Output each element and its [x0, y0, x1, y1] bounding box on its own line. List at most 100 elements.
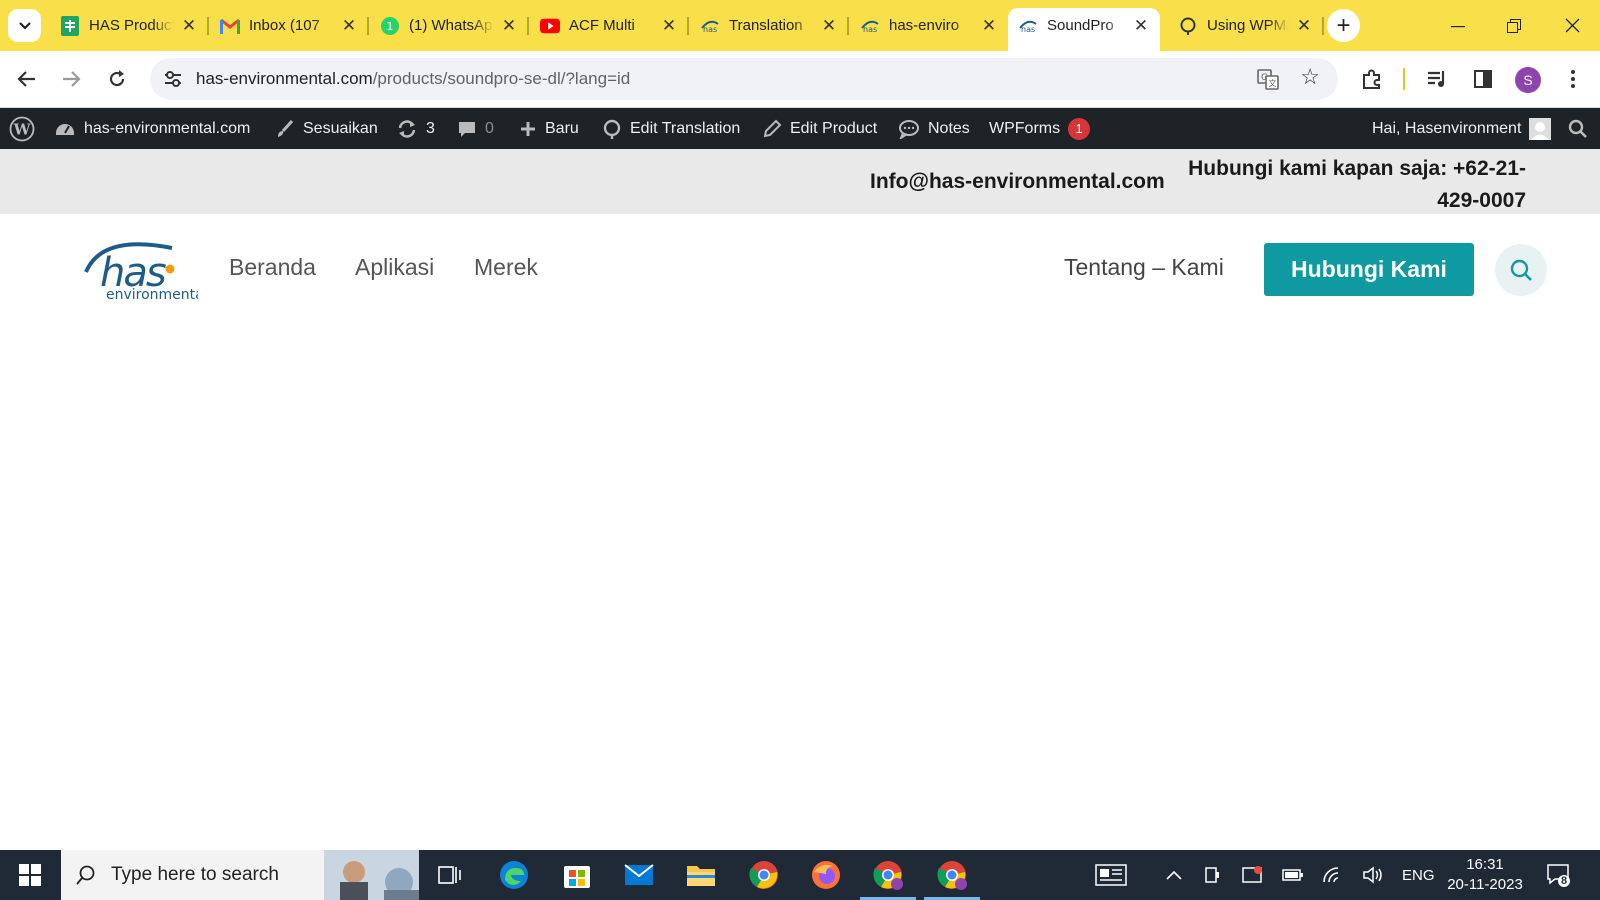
wp-comments[interactable]: 0 — [457, 108, 494, 149]
tray-battery[interactable] — [1282, 850, 1304, 900]
tab-title: (1) WhatsApp — [409, 17, 494, 34]
task-view-icon — [438, 866, 461, 884]
site-search-button[interactable] — [1495, 244, 1547, 296]
close-icon[interactable]: ✕ — [980, 16, 998, 36]
browser-menu-button[interactable] — [1556, 62, 1590, 96]
search-highlight-illustration — [324, 850, 419, 900]
tab-using-wpml[interactable]: Using WPML ✕ — [1168, 8, 1324, 43]
contact-us-button[interactable]: Hubungi Kami — [1264, 243, 1474, 296]
wp-logo-menu[interactable]: W — [9, 108, 35, 149]
wp-edit-product[interactable]: Edit Product — [762, 108, 877, 149]
close-icon[interactable]: ✕ — [500, 16, 518, 36]
svg-text:W: W — [13, 120, 32, 138]
wpforms-badge: 1 — [1068, 117, 1091, 140]
reload-button[interactable] — [100, 62, 134, 96]
taskbar-firefox[interactable] — [806, 857, 846, 893]
wpml-icon — [1178, 16, 1198, 36]
store-icon — [564, 866, 590, 888]
close-window-button[interactable] — [1544, 0, 1600, 51]
tray-news-widget[interactable] — [1095, 850, 1127, 900]
arrow-right-icon — [63, 71, 81, 87]
chrome-icon — [873, 861, 903, 890]
tab-acf-multi[interactable]: ACF Multi ✕ — [530, 8, 689, 43]
taskbar-edge[interactable] — [494, 857, 534, 893]
url-text[interactable]: has-environmental.com/products/soundpro-… — [196, 69, 630, 89]
tray-show-hidden[interactable] — [1166, 850, 1182, 900]
contact-phone[interactable]: Hubungi kami kapan saja: +62-21-429-0007 — [1186, 153, 1526, 217]
tab-soundpro-active[interactable]: has SoundPro ✕ — [1008, 8, 1160, 51]
extensions-button[interactable] — [1355, 62, 1389, 96]
nav-beranda[interactable]: Beranda — [229, 254, 316, 281]
tab-title: has-enviro — [889, 17, 960, 34]
wp-account-menu[interactable]: Hai, Hasenvironment — [1372, 108, 1552, 149]
close-icon[interactable]: ✕ — [660, 16, 678, 36]
google-sheets-icon — [60, 15, 80, 36]
wpforms-label: WPForms — [989, 119, 1061, 137]
tab-search-button[interactable] — [8, 9, 41, 42]
start-button[interactable] — [10, 857, 50, 893]
translate-icon[interactable]: G文 — [1256, 67, 1280, 91]
close-icon[interactable]: ✕ — [820, 16, 838, 36]
browser-toolbar: has-environmental.com/products/soundpro-… — [0, 51, 1600, 108]
url-path: /products/soundpro-se-dl/?lang=id — [372, 69, 631, 88]
tab-title: Using WPML — [1207, 17, 1289, 34]
restore-button[interactable] — [1486, 0, 1542, 51]
profile-avatar[interactable]: S — [1515, 67, 1541, 93]
tab-whatsapp[interactable]: 1 (1) WhatsApp ✕ — [370, 8, 529, 43]
task-view-button[interactable] — [430, 857, 470, 893]
nav-merek[interactable]: Merek — [474, 254, 538, 281]
side-panel-button[interactable] — [1466, 62, 1500, 96]
taskbar-chrome-profile-h[interactable] — [924, 857, 980, 900]
minimize-button[interactable] — [1430, 0, 1486, 51]
site-header: has environmental Beranda Aplikasi Merek… — [0, 214, 1600, 324]
taskbar-mail[interactable] — [619, 857, 659, 893]
tray-meet[interactable] — [1204, 850, 1220, 900]
close-icon[interactable]: ✕ — [1132, 16, 1150, 36]
taskbar-chrome[interactable] — [744, 857, 784, 893]
wp-notes[interactable]: Notes — [898, 108, 970, 149]
new-tab-button[interactable]: + — [1327, 9, 1360, 42]
wifi-icon — [1323, 867, 1339, 883]
back-button[interactable] — [10, 62, 44, 96]
close-icon[interactable]: ✕ — [180, 16, 198, 36]
more-vertical-icon — [1571, 70, 1575, 88]
tray-security[interactable] — [1242, 850, 1264, 900]
taskbar-chrome-profile-s[interactable] — [860, 857, 916, 900]
tab-has-enviro[interactable]: has has-enviro ✕ — [850, 8, 1008, 43]
taskbar-file-explorer[interactable] — [681, 857, 721, 893]
wp-search[interactable] — [1568, 108, 1588, 149]
wp-wpforms[interactable]: WPForms 1 — [989, 108, 1091, 149]
forward-button[interactable] — [54, 62, 88, 96]
bookmark-star-icon[interactable]: ☆ — [1300, 64, 1320, 90]
svg-text:文: 文 — [1269, 78, 1277, 88]
tab-has-products[interactable]: HAS Products ✕ — [50, 8, 209, 43]
wp-site-name[interactable]: has-environmental.com — [54, 108, 250, 149]
address-bar[interactable]: has-environmental.com/products/soundpro-… — [150, 58, 1338, 100]
wp-new[interactable]: Baru — [519, 108, 579, 149]
tray-volume[interactable] — [1362, 850, 1384, 900]
tray-notifications[interactable]: 8 — [1546, 850, 1572, 900]
contact-email[interactable]: Info@has-environmental.com — [870, 170, 1165, 194]
media-controls-button[interactable] — [1420, 62, 1454, 96]
close-icon[interactable]: ✕ — [1295, 16, 1313, 36]
notification-icon — [1547, 864, 1570, 887]
tab-strip: HAS Products ✕ Inbox (107 ✕ 1 (1) WhatsA… — [0, 0, 1600, 51]
nav-tentang-kami[interactable]: Tentang – Kami — [1064, 254, 1224, 281]
site-logo[interactable]: has environmental — [80, 236, 208, 303]
svg-text:has: has — [1021, 25, 1035, 34]
tab-translation[interactable]: has Translation ✕ — [690, 8, 849, 43]
taskbar-store[interactable] — [557, 857, 597, 893]
tray-language[interactable]: ENG — [1402, 850, 1435, 900]
tray-network[interactable] — [1322, 850, 1344, 900]
close-icon[interactable]: ✕ — [340, 16, 358, 36]
puzzle-icon — [1363, 69, 1380, 89]
tab-gmail[interactable]: Inbox (107 ✕ — [210, 8, 369, 43]
site-settings-icon[interactable] — [161, 68, 185, 90]
tab-title: Translation — [729, 17, 803, 34]
nav-aplikasi[interactable]: Aplikasi — [355, 254, 434, 281]
wp-edit-translation[interactable]: Edit Translation — [602, 108, 740, 149]
taskbar-search-box[interactable]: Type here to search — [61, 850, 419, 900]
wp-customize[interactable]: Sesuaikan — [275, 108, 378, 149]
tray-clock[interactable]: 16:31 20-11-2023 — [1440, 855, 1530, 895]
wp-updates[interactable]: 3 — [396, 108, 435, 149]
